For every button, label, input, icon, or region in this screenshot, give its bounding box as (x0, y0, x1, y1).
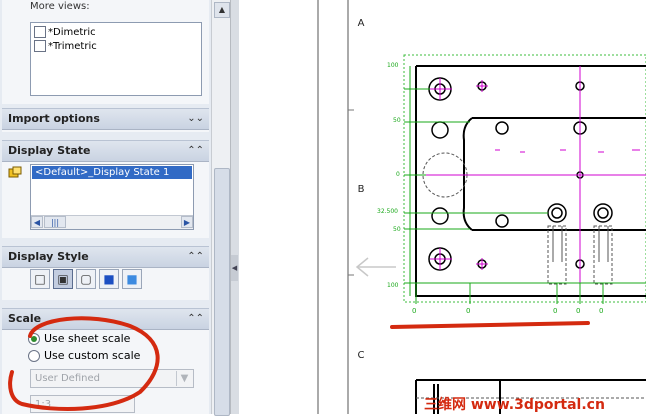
dim-text: 0 (576, 307, 581, 315)
dim-text: 100 (387, 62, 399, 69)
zone-label-a: A (357, 18, 365, 29)
zone-label-b: B (357, 184, 365, 195)
dim-text: 0 (553, 307, 558, 315)
zone-label-c: C (357, 350, 365, 361)
dim-text: 0 (396, 171, 400, 178)
dim-text: 50 (393, 226, 401, 233)
faint-arrow-icon (355, 257, 396, 277)
dim-text: 0 (466, 307, 471, 315)
red-markup-underline (390, 321, 590, 329)
centerlines (426, 66, 646, 296)
dim-text: 100 (387, 282, 399, 289)
holes (428, 77, 613, 271)
drawing-sheet[interactable] (0, 0, 646, 414)
watermark: 三维网 www.3dportal.cn (424, 397, 605, 413)
dim-text: 0 (412, 307, 417, 315)
dim-text: 0 (599, 307, 604, 315)
dim-text: 32.500 (377, 208, 398, 215)
dim-text: 50 (393, 117, 401, 124)
